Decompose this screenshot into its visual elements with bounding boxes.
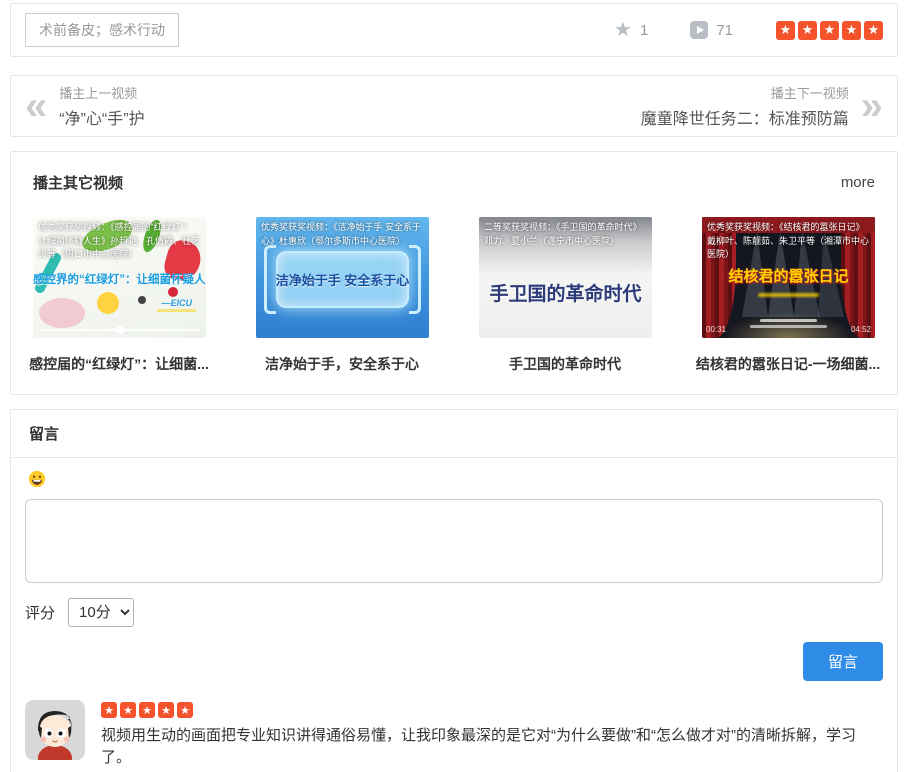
decor-shape bbox=[168, 287, 178, 297]
prev-video-title: “净”心“手”护 bbox=[59, 111, 145, 128]
thumbnail-art-title: 结核君的嚣张日记 bbox=[728, 268, 849, 285]
comment-text: 视频用生动的画面把专业知识讲得通俗易懂，让我印象最深的是它对“为什么要做”和“怎… bbox=[101, 727, 856, 766]
thumbnail-art-title: 手卫国的革命时代 bbox=[489, 284, 642, 305]
star-icon: ★ bbox=[120, 702, 136, 718]
video-item-3[interactable]: 手卫国的革命时代 二等奖获奖视频：《手卫国的革命时代》邓力、夏小兰（遂宁市中心医… bbox=[479, 217, 652, 374]
comment-input[interactable] bbox=[25, 499, 883, 583]
smiley-face-icon bbox=[28, 470, 46, 488]
star-icon: ★ bbox=[177, 702, 193, 718]
play-count-icon bbox=[690, 21, 709, 39]
thumbnail-overlay-text: 二等奖获奖视频：《手卫国的革命时代》邓力、夏小兰（遂宁市中心医院） bbox=[484, 222, 642, 246]
favorite-count: 1 bbox=[639, 21, 649, 39]
video-caption[interactable]: 手卫国的革命时代 bbox=[470, 354, 660, 374]
prev-video-label: 播主上一视频 bbox=[59, 86, 138, 101]
more-link[interactable]: more bbox=[841, 174, 875, 191]
star-icon: ★ bbox=[798, 20, 817, 40]
video-toolbar: 术前备皮；感术行动 ★ 1 71 ★ ★ ★ ★ ★ bbox=[10, 3, 898, 57]
avatar-image bbox=[25, 700, 85, 760]
video-time-end: 04:52 bbox=[850, 325, 871, 334]
next-video-link[interactable]: 播主下一视频 魔童降世任务二：标准预防篇 » bbox=[641, 83, 883, 129]
toolbar-stats: ★ 1 71 ★ ★ ★ ★ ★ bbox=[614, 20, 883, 40]
video-item-2[interactable]: 洁净始于手 安全系于心 优秀奖获奖视频：《洁净始于手 安全系于心》杜惠欣（鄂尔多… bbox=[256, 217, 429, 374]
comment-section-title: 留言 bbox=[11, 410, 897, 458]
comment-row: ★ ★ ★ ★ ★ 视频用生动的画面把专业知识讲得通俗易懂，让我印象最深的是它对“为什么… bbox=[11, 700, 897, 769]
other-videos-title: 播主其它视频 bbox=[33, 175, 124, 192]
video-caption[interactable]: 洁净始于手，安全系于心 bbox=[247, 354, 437, 374]
decor-shape: 洁净始于手 安全系于心 bbox=[276, 251, 409, 308]
emoji-picker-button[interactable] bbox=[28, 470, 46, 488]
star-icon: ★ bbox=[139, 702, 155, 718]
score-label: 评分 bbox=[25, 605, 56, 622]
play-count: 71 bbox=[716, 21, 733, 39]
thumbnail-overlay-text: 优秀奖获奖视频：《感控届的“红绿灯”：让细菌怀疑人生》孙超艳、孔倩霞、杜艺贝等（… bbox=[38, 222, 201, 259]
decor-shape bbox=[758, 293, 819, 297]
avatar bbox=[25, 700, 85, 760]
video-caption[interactable]: 结核君的嚣张日记-一场细菌... bbox=[693, 354, 883, 374]
decor-shape bbox=[264, 245, 276, 314]
thumbnail-art-subtitle: —EICU bbox=[157, 298, 196, 312]
star-icon: ★ bbox=[864, 20, 883, 40]
video-item-1[interactable]: 感控界的“红绿灯”：让细菌怀疑人生 —EICU 优秀奖获奖视频：《感控届的“红绿… bbox=[29, 217, 209, 374]
next-video-title: 魔童降世任务二：标准预防篇 bbox=[640, 111, 849, 128]
next-video-label: 播主下一视频 bbox=[770, 86, 849, 101]
video-thumbnail-4[interactable]: 结核君的嚣张日记 00:31 04:52 优秀奖获奖视频：《结核君的嚣张日记》戴… bbox=[702, 217, 875, 338]
chevron-right-icon: » bbox=[860, 84, 883, 128]
other-videos-section: 播主其它视频 more 感控界的“红绿灯”：让细菌怀疑人生 —EICU 优秀奖获… bbox=[10, 151, 898, 395]
star-icon: ★ bbox=[101, 702, 117, 718]
decor-shape bbox=[39, 298, 85, 328]
decor-shape bbox=[409, 245, 421, 314]
video-progress-bar bbox=[39, 326, 200, 334]
decor-shape bbox=[750, 325, 827, 328]
chevron-left-icon: « bbox=[25, 84, 48, 128]
submit-comment-button[interactable]: 留言 bbox=[802, 642, 883, 681]
video-item-4[interactable]: 结核君的嚣张日记 00:31 04:52 优秀奖获奖视频：《结核君的嚣张日记》戴… bbox=[696, 217, 880, 374]
video-thumbnail-1[interactable]: 感控界的“红绿灯”：让细菌怀疑人生 —EICU 优秀奖获奖视频：《感控届的“红绿… bbox=[33, 217, 206, 338]
thumbnail-overlay-text: 优秀奖获奖视频：《洁净始于手 安全系于心》杜惠欣（鄂尔多斯市中心医院） bbox=[261, 222, 422, 246]
prev-video-link[interactable]: « 播主上一视频 “净”心“手”护 bbox=[25, 83, 145, 129]
decor-shape bbox=[97, 292, 119, 314]
video-time-start: 00:31 bbox=[706, 325, 727, 334]
video-tag-chip[interactable]: 术前备皮；感术行动 bbox=[25, 13, 179, 47]
favorite-star-icon[interactable]: ★ bbox=[614, 20, 632, 40]
star-icon: ★ bbox=[842, 20, 861, 40]
comment-rating-stars: ★ ★ ★ ★ ★ bbox=[101, 702, 883, 718]
star-icon: ★ bbox=[158, 702, 174, 718]
video-nav: « 播主上一视频 “净”心“手”护 播主下一视频 魔童降世任务二：标准预防篇 » bbox=[10, 75, 898, 137]
thumbnail-art-title: 洁净始于手 安全系于心 bbox=[275, 273, 410, 288]
video-caption[interactable]: 感控届的“红绿灯”：让细菌... bbox=[24, 354, 214, 374]
decor-shape bbox=[760, 319, 817, 322]
video-rating-stars: ★ ★ ★ ★ ★ bbox=[773, 20, 883, 40]
decor-shape bbox=[138, 296, 146, 304]
thumbnail-overlay-text: 优秀奖获奖视频：《结核君的嚣张日记》戴柳叶、陈靓茹、朱卫平等（湘潭市中心医院） bbox=[707, 222, 870, 259]
star-icon: ★ bbox=[820, 20, 839, 40]
comment-section: 留言 评分 10分 留言 ★ ★ ★ ★ ★ 视频用生动的画面把专业知识讲得通俗… bbox=[10, 409, 898, 772]
thumbnail-art-title: 感控界的“红绿灯”：让细菌怀疑人生 bbox=[33, 274, 206, 286]
video-thumbnail-2[interactable]: 洁净始于手 安全系于心 优秀奖获奖视频：《洁净始于手 安全系于心》杜惠欣（鄂尔多… bbox=[256, 217, 429, 338]
video-thumbnail-3[interactable]: 手卫国的革命时代 二等奖获奖视频：《手卫国的革命时代》邓力、夏小兰（遂宁市中心医… bbox=[479, 217, 652, 338]
comment-form: 评分 10分 留言 bbox=[11, 458, 897, 681]
video-grid: 感控界的“红绿灯”：让细菌怀疑人生 —EICU 优秀奖获奖视频：《感控届的“红绿… bbox=[29, 217, 880, 374]
score-select[interactable]: 10分 bbox=[68, 598, 135, 627]
star-icon: ★ bbox=[776, 20, 795, 40]
